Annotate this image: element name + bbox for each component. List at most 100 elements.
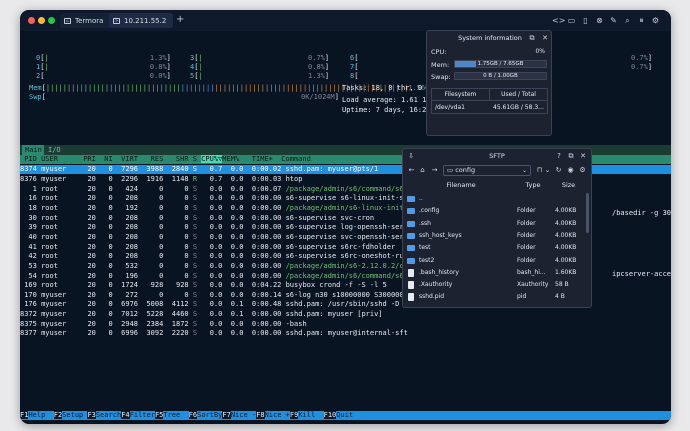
popout-icon[interactable]: ⧉ (527, 33, 537, 43)
sort-column-cpu[interactable]: CPU%▽ (201, 155, 223, 163)
fkey-label[interactable]: Filter (130, 411, 155, 419)
file-icon[interactable]: ▯ (580, 15, 591, 26)
folder-icon[interactable]: ▭ (566, 15, 577, 26)
chevron-down-icon[interactable]: ⌄ (544, 165, 551, 176)
fkey-label[interactable]: Setup (62, 411, 87, 419)
process-res: 928 (142, 281, 168, 290)
fkey-f4[interactable]: F4 (121, 411, 130, 419)
fkey-label[interactable]: Nice - (231, 411, 256, 419)
fkey-f7[interactable]: F7 (222, 411, 231, 419)
fkey-label[interactable]: Quit (336, 411, 353, 419)
process-time: 0:00.48 (247, 300, 286, 309)
tab-session[interactable]: > 10.211.55.2 (109, 13, 173, 28)
forward-icon[interactable]: → (430, 165, 439, 176)
process-time: 0:04.22 (247, 281, 286, 290)
file-row[interactable]: .ssh Folder 4.00KB (403, 218, 591, 230)
help-icon[interactable]: ? (554, 151, 564, 161)
process-row[interactable]: 40 root 20 0 208 0 0 S 0.0 0.0 0:00.00 s… (20, 233, 407, 242)
fkey-f10[interactable]: F10 (323, 411, 337, 419)
path-select[interactable]: ▭ config ⌄ (443, 165, 531, 176)
process-row[interactable]: 41 root 20 0 208 0 0 S 0.0 0.0 0:00.00 s… (20, 243, 395, 252)
process-cmd: /package/admin/s6/command/s6 (285, 271, 404, 280)
close-window-button[interactable] (28, 17, 35, 24)
swp-meter: Swp[ (29, 93, 46, 101)
process-virt: 532 (116, 261, 143, 270)
zoom-window-button[interactable] (48, 17, 55, 24)
pause-icon[interactable]: ⏸ (636, 15, 647, 26)
process-time: 0:00.03 (247, 175, 286, 183)
process-row[interactable]: 8377 myuser 20 0 6996 3092 2220 S 0.0 0.… (20, 329, 408, 338)
code-icon[interactable]: <> (552, 15, 565, 26)
process-row[interactable]: 1 root 20 0 424 0 0 S 0.0 0.0 0:00.07 /p… (20, 185, 408, 194)
process-row[interactable]: 18 root 20 0 192 0 0 S 0.0 0.0 0:00.00 /… (20, 204, 403, 213)
process-virt: 1724 (116, 281, 143, 290)
process-cpu: 0.0 (201, 194, 227, 203)
process-row[interactable]: 8375 myuser 20 0 2948 2384 1872 S 0.0 0.… (20, 320, 307, 329)
file-row[interactable]: .. (403, 193, 591, 205)
file-row[interactable]: test Folder 4.00KB (403, 242, 591, 254)
swp-value: 0K/1024M] (301, 93, 339, 101)
fkey-f3[interactable]: F3 (87, 411, 96, 419)
process-row[interactable]: 169 root 20 0 1724 928 928 S 0.0 0.0 0:0… (20, 281, 387, 290)
settings-icon[interactable]: ⚙ (650, 15, 661, 26)
back-icon[interactable]: ← (407, 165, 416, 176)
popout-icon[interactable]: ⧉ (566, 151, 576, 161)
close-icon[interactable]: ✕ (540, 33, 550, 43)
process-ni: 0 (100, 271, 117, 280)
process-row[interactable]: 8376 myuser 20 0 2296 1916 1148 R 0.7 0.… (20, 175, 302, 184)
process-time: 0:00.00 (247, 242, 286, 251)
fkey-label[interactable]: Help (28, 411, 53, 419)
tab-main[interactable]: Main (22, 145, 44, 155)
process-shr: 4460 (167, 310, 193, 319)
process-row[interactable]: 54 root 20 0 196 0 0 S 0.0 0.0 0:00.00 /… (20, 271, 404, 281)
process-time: 0:00.00 (247, 329, 286, 338)
close-icon[interactable]: ✕ (578, 151, 588, 161)
process-row[interactable]: 176 myuser 20 0 6976 5008 4112 S 0.0 0.1… (20, 300, 399, 309)
process-row[interactable]: 30 root 20 0 208 0 0 S 0.0 0.0 0:00.00 s… (20, 214, 374, 223)
process-row[interactable]: 8372 myuser 20 0 7012 5228 4460 S 0.0 0.… (20, 310, 383, 319)
process-shr: 928 (167, 281, 193, 290)
process-pid: 8372 (20, 310, 42, 319)
column-size[interactable]: Size (551, 179, 586, 191)
file-row[interactable]: .config Folder 4.00KB (403, 205, 591, 217)
fkey-label[interactable]: Nice + (265, 411, 290, 419)
file-row[interactable]: ssh_host_keys Folder 4.00KB (403, 230, 591, 242)
file-row[interactable]: .Xauthority Xauthority 58 B (403, 279, 591, 291)
file-row[interactable]: .bash_history bash_hi... 1.60KB (403, 267, 591, 279)
pencil-icon[interactable]: ✎ (608, 15, 619, 26)
refresh-icon[interactable]: ↻ (554, 165, 563, 176)
process-mem: 0.0 (226, 175, 248, 183)
new-tab-button[interactable]: + (176, 14, 184, 26)
file-row[interactable]: sshd.pid pid 4 B (403, 291, 591, 303)
process-cpu: 0.7 (201, 175, 227, 183)
eye-icon[interactable]: ◉ (566, 165, 575, 176)
column-type[interactable]: Type (515, 179, 551, 191)
column-filename[interactable]: Filename (407, 179, 515, 191)
process-cmd: busybox crond -f -S -l 5 (285, 281, 387, 290)
process-row[interactable]: 53 root 20 0 532 0 0 S 0.0 0.0 0:00.00 /… (20, 261, 407, 271)
process-row[interactable]: 170 myuser 20 0 272 0 0 S 0.0 0.0 0:00.1… (20, 291, 408, 300)
tab-io[interactable]: I/O (44, 145, 61, 155)
fkey-label[interactable]: SortBy (197, 411, 222, 419)
fkey-label[interactable]: Kill (298, 411, 323, 419)
fkey-f6[interactable]: F6 (188, 411, 198, 419)
process-time: 0:00.00 (247, 319, 286, 328)
fkey-f2[interactable]: F2 (53, 411, 63, 419)
home-icon[interactable]: ⌂ (418, 165, 427, 176)
chevron-down-icon: ⌄ (521, 167, 527, 174)
file-row[interactable]: test2 Folder 4.00KB (403, 255, 591, 267)
record-icon[interactable]: ⊗ (594, 15, 605, 26)
settings-icon[interactable]: ⚙ (578, 165, 587, 176)
process-row[interactable]: 39 root 20 0 208 0 0 S 0.0 0.0 0:00.00 s… (20, 223, 407, 232)
scrollbar[interactable] (586, 193, 589, 233)
fkey-label[interactable]: Search (96, 411, 121, 419)
bookmark-icon[interactable]: ⊓ (535, 165, 544, 176)
minimize-window-button[interactable] (38, 17, 45, 24)
fkey-f8[interactable]: F8 (256, 411, 265, 419)
process-row[interactable]: 16 root 20 0 208 0 0 S 0.0 0.0 0:00.00 s… (20, 194, 403, 203)
fkey-label[interactable]: Tree (163, 411, 188, 419)
search-icon[interactable]: ⌕ (622, 15, 633, 26)
process-ni: 0 (100, 242, 117, 251)
process-row[interactable]: 42 root 20 0 208 0 0 S 0.0 0.0 0:00.00 s… (20, 252, 407, 261)
cpu-meter-1: 1[| 0.8%] (36, 63, 171, 71)
